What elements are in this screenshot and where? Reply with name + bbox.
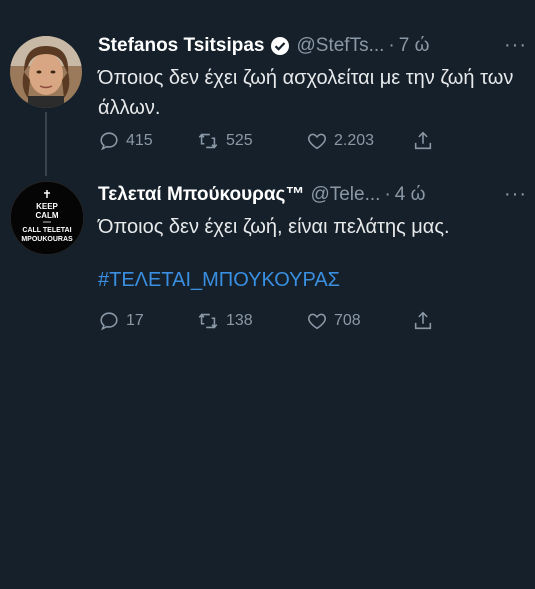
heart-icon [307,313,327,330]
like-count: 2.203 [334,132,375,149]
retweet-button[interactable]: 525 [196,130,306,152]
retweet-count: 525 [226,132,253,149]
svg-text:MPOUKOURAS: MPOUKOURAS [21,236,73,243]
tweet-actions: 415 525 2.203 [98,130,475,152]
avatar-keep-calm: KEEP CALM CALL TELETAI MPOUKOURAS [11,182,83,254]
tweet-1[interactable]: Stefanos Tsitsipas @StefTs... · 7 ώ ··· … [0,0,535,170]
verified-badge-icon [270,36,290,56]
separator-dot: · [384,183,391,205]
tweet-2[interactable]: KEEP CALM CALL TELETAI MPOUKOURAS Τελετα… [0,170,535,350]
avatar[interactable] [10,36,82,108]
reply-button[interactable]: 17 [98,310,196,332]
tweet-actions: 17 138 708 [98,310,475,332]
svg-text:CALL TELETAI: CALL TELETAI [22,227,71,234]
handle[interactable]: @Tele... [310,184,380,206]
retweet-icon [198,313,218,329]
separator-dot: · [388,34,395,56]
like-count: 708 [334,312,361,329]
like-button[interactable]: 2.203 [306,130,412,152]
handle[interactable]: @StefTs... [296,35,384,57]
reply-icon [100,132,118,151]
like-button[interactable]: 708 [306,310,412,332]
tweet-text: Όποιος δεν έχει ζωή ασχολείται με την ζω… [98,67,514,119]
avatar-portrait [10,36,82,108]
share-button[interactable] [412,130,440,152]
timestamp[interactable]: 7 ώ [399,35,430,57]
retweet-icon [198,133,218,149]
share-icon [414,131,432,150]
reply-icon [100,312,118,331]
more-options-icon[interactable]: ··· [504,183,527,206]
reply-button[interactable]: 415 [98,130,196,152]
tweet-text: Όποιος δεν έχει ζωή, είναι πελάτης μας. [98,216,450,238]
share-icon [414,311,432,330]
display-name[interactable]: Τελεταί Μπούκουρας™ [98,184,304,206]
svg-text:KEEP: KEEP [36,202,58,211]
tweet-header: Stefanos Tsitsipas @StefTs... · 7 ώ ··· [98,34,527,57]
tweet-header: Τελεταί Μπούκουρας™ @Tele... · 4 ώ ··· [98,183,527,206]
svg-text:CALM: CALM [35,211,58,220]
display-name[interactable]: Stefanos Tsitsipas [98,35,264,57]
reply-count: 415 [126,132,153,149]
retweet-count: 138 [226,312,253,329]
more-options-icon[interactable]: ··· [504,34,527,57]
reply-count: 17 [126,312,144,329]
avatar[interactable]: KEEP CALM CALL TELETAI MPOUKOURAS [10,181,84,255]
share-button[interactable] [412,310,440,332]
heart-icon [307,133,327,150]
retweet-button[interactable]: 138 [196,310,306,332]
hashtag-link[interactable]: #ΤΕΛΕΤΑΙ_ΜΠΟΥΚΟΥΡΑΣ [98,269,340,292]
timestamp[interactable]: 4 ώ [395,184,426,206]
